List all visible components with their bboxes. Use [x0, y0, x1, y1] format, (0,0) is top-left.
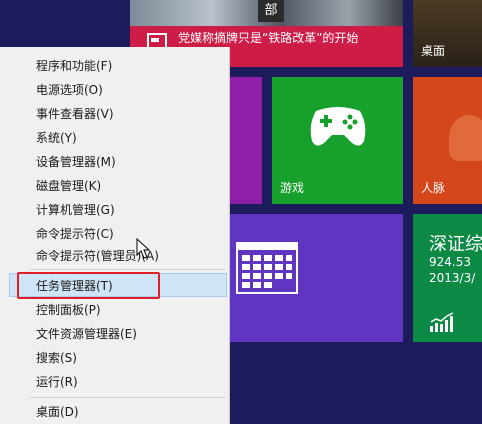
gamepad-icon — [310, 107, 366, 146]
menu-item-device-manager[interactable]: 设备管理器(M) — [36, 151, 116, 173]
menu-item-search[interactable]: 搜索(S) — [36, 347, 77, 369]
menu-item-run[interactable]: 运行(R) — [36, 371, 78, 393]
mouse-cursor-icon — [136, 238, 150, 259]
finance-tile[interactable]: 深证综 924.53 2013/3/ — [413, 214, 482, 342]
menu-item-system[interactable]: 系统(Y) — [36, 127, 77, 149]
news-headline: 党媒称摘牌只是“铁路改革”的开始 — [178, 31, 359, 45]
desktop-tile[interactable]: 桌面 — [413, 0, 482, 67]
news-photo-sign: 部 — [258, 0, 284, 22]
start-screen: 部 党媒称摘牌只是“铁路改革”的开始 桌面 游戏 人脉 深证综 924.53 2… — [0, 0, 482, 424]
menu-item-power-options[interactable]: 电源选项(O) — [36, 79, 103, 101]
calendar-tile[interactable] — [200, 214, 403, 342]
games-tile-label: 游戏 — [280, 181, 305, 195]
menu-item-disk-management[interactable]: 磁盘管理(K) — [36, 175, 101, 197]
chart-icon — [430, 312, 454, 332]
menu-item-desktop[interactable]: 桌面(D) — [36, 401, 79, 423]
menu-item-file-explorer[interactable]: 文件资源管理器(E) — [36, 323, 137, 345]
people-tile-label: 人脉 — [421, 181, 446, 195]
winx-context-menu: 程序和功能(F) 电源选项(O) 事件查看器(V) 系统(Y) 设备管理器(M)… — [0, 47, 230, 424]
menu-separator — [30, 269, 226, 270]
menu-item-programs-features[interactable]: 程序和功能(F) — [36, 55, 112, 77]
menu-separator — [30, 397, 226, 398]
finance-value: 924.53 — [429, 255, 471, 269]
menu-item-computer-management[interactable]: 计算机管理(G) — [36, 199, 115, 221]
calendar-icon — [236, 242, 298, 294]
finance-date: 2013/3/ — [429, 271, 476, 285]
games-tile[interactable]: 游戏 — [272, 77, 403, 204]
menu-item-control-panel[interactable]: 控制面板(P) — [36, 299, 101, 321]
people-icon — [449, 115, 482, 161]
news-photo: 部 — [130, 0, 403, 26]
desktop-tile-label: 桌面 — [421, 44, 446, 58]
annotation-highlight-box — [17, 272, 160, 299]
finance-title: 深证综 — [429, 234, 482, 255]
menu-item-event-viewer[interactable]: 事件查看器(V) — [36, 103, 114, 125]
menu-item-command-prompt[interactable]: 命令提示符(C) — [36, 223, 114, 245]
people-tile[interactable]: 人脉 — [413, 77, 482, 204]
